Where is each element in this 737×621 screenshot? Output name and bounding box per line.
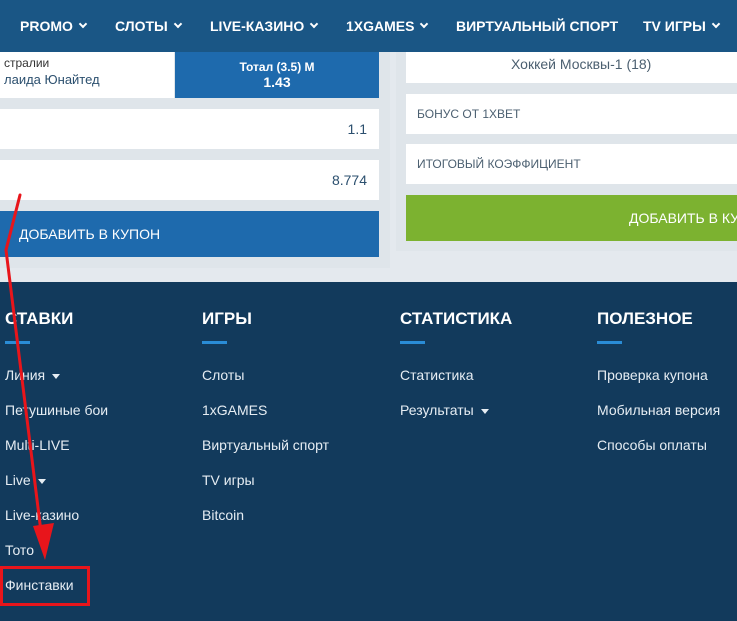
add-to-coupon-green-label: ДОБАВИТЬ В КУ xyxy=(629,210,737,226)
bonus-label: БОНУС ОТ 1XBET xyxy=(417,107,521,121)
footer-col-title-bets: СТАВКИ xyxy=(5,309,74,328)
coupon-row-1-value: 1.1 xyxy=(347,121,367,137)
top-navigation: PROMO СЛОТЫ LIVE-КАЗИНО 1XGAMES ВИРТУАЛЬ… xyxy=(0,0,737,52)
nav-item-live-casino[interactable]: LIVE-КАЗИНО xyxy=(210,0,319,52)
total-odds-row: ИТОГОВЫЙ КОЭФФИЦИЕНТ xyxy=(406,144,737,184)
nav-item-virtual-sport[interactable]: ВИРТУАЛЬНЫЙ СПОРТ xyxy=(456,0,618,52)
caret-down-icon xyxy=(52,373,61,379)
coupon-row-2: 8.774 xyxy=(0,160,379,200)
chevron-down-icon xyxy=(310,19,319,29)
nav-item-1xgames[interactable]: 1XGAMES xyxy=(346,0,429,52)
nav-item-slots[interactable]: СЛОТЫ xyxy=(115,0,182,52)
add-to-coupon-green-button[interactable]: ДОБАВИТЬ В КУ xyxy=(406,195,737,241)
footer-link-results[interactable]: Результаты xyxy=(400,402,489,418)
footer-link-tv-games[interactable]: TV игры xyxy=(202,472,255,488)
left-coupon-panel: стралии лаида Юнайтед Тотал (3.5) М 1.43… xyxy=(0,52,390,268)
add-to-coupon-button[interactable]: ДОБАВИТЬ В КУПОН xyxy=(0,211,379,257)
right-coupon-panel: Хоккей Москвы-1 (18) БОНУС ОТ 1XBET ИТОГ… xyxy=(396,52,737,251)
nav-item-promo[interactable]: PROMO xyxy=(20,0,88,52)
footer-col-underline xyxy=(400,341,425,344)
footer-link-label: Результаты xyxy=(400,402,474,418)
match-line-2: лаида Юнайтед xyxy=(4,72,100,87)
event-card: Хоккей Москвы-1 (18) xyxy=(406,52,737,83)
highlight-rectangle xyxy=(0,566,90,606)
footer-link-bitcoin[interactable]: Bitcoin xyxy=(202,507,244,523)
nav-item-label: LIVE-КАЗИНО xyxy=(210,18,305,34)
bet-odds-button[interactable]: Тотал (3.5) М 1.43 xyxy=(175,52,379,98)
footer-link-line[interactable]: Линия xyxy=(5,367,61,383)
chevron-down-icon xyxy=(420,19,429,29)
caret-down-icon xyxy=(37,478,46,484)
nav-item-label: PROMO xyxy=(20,18,73,34)
coupon-row-2-value: 8.774 xyxy=(331,172,367,188)
chevron-down-icon xyxy=(711,19,721,29)
footer-link-cockfights[interactable]: Петушиные бои xyxy=(5,402,108,418)
event-title: Хоккей Москвы-1 (18) xyxy=(511,56,652,72)
footer-col-title-useful: ПОЛЕЗНОЕ xyxy=(597,309,693,328)
nav-item-label: ВИРТУАЛЬНЫЙ СПОРТ xyxy=(456,18,619,34)
total-odds-label: ИТОГОВЫЙ КОЭФФИЦИЕНТ xyxy=(417,157,581,171)
footer-link-statistics[interactable]: Статистика xyxy=(400,367,474,383)
footer-link-check-coupon[interactable]: Проверка купона xyxy=(597,367,708,383)
bonus-row: БОНУС ОТ 1XBET xyxy=(406,94,737,134)
nav-item-label: TV ИГРЫ xyxy=(643,18,706,34)
footer-col-underline xyxy=(202,341,227,344)
footer-link-live[interactable]: Live xyxy=(5,472,46,488)
footer-col-title-games: ИГРЫ xyxy=(202,309,252,328)
chevron-down-icon xyxy=(78,19,88,29)
match-line-1: стралии xyxy=(4,56,50,70)
footer-link-multi-live[interactable]: Multi-LIVE xyxy=(5,437,70,453)
footer-link-virtual-sport[interactable]: Виртуальный спорт xyxy=(202,437,329,453)
footer-link-label: Линия xyxy=(5,367,46,383)
bet-type-label: Тотал (3.5) М xyxy=(239,60,315,74)
nav-item-label: СЛОТЫ xyxy=(115,18,168,34)
add-to-coupon-label: ДОБАВИТЬ В КУПОН xyxy=(19,226,161,242)
caret-down-icon xyxy=(480,408,489,414)
footer-link-1xgames[interactable]: 1xGAMES xyxy=(202,402,267,418)
footer-link-mobile-version[interactable]: Мобильная версия xyxy=(597,402,720,418)
footer-col-title-statistics: СТАТИСТИКА xyxy=(400,309,513,328)
footer-col-underline xyxy=(5,341,30,344)
footer-link-payment-methods[interactable]: Способы оплаты xyxy=(597,437,707,453)
footer-link-slots[interactable]: Слоты xyxy=(202,367,244,383)
coupon-area: стралии лаида Юнайтед Тотал (3.5) М 1.43… xyxy=(0,52,737,282)
footer-col-underline xyxy=(597,341,622,344)
footer-link-live-casino[interactable]: Live-казино xyxy=(5,507,79,523)
coupon-row-1: 1.1 xyxy=(0,109,379,149)
nav-item-tv-games[interactable]: TV ИГРЫ xyxy=(643,0,721,52)
nav-item-label: 1XGAMES xyxy=(346,18,415,34)
footer-link-label: Live xyxy=(5,472,31,488)
chevron-down-icon xyxy=(173,19,182,29)
bet-odds-value: 1.43 xyxy=(263,74,291,90)
match-card[interactable]: стралии лаида Юнайтед xyxy=(0,52,174,98)
footer-link-toto[interactable]: Тото xyxy=(5,542,34,558)
